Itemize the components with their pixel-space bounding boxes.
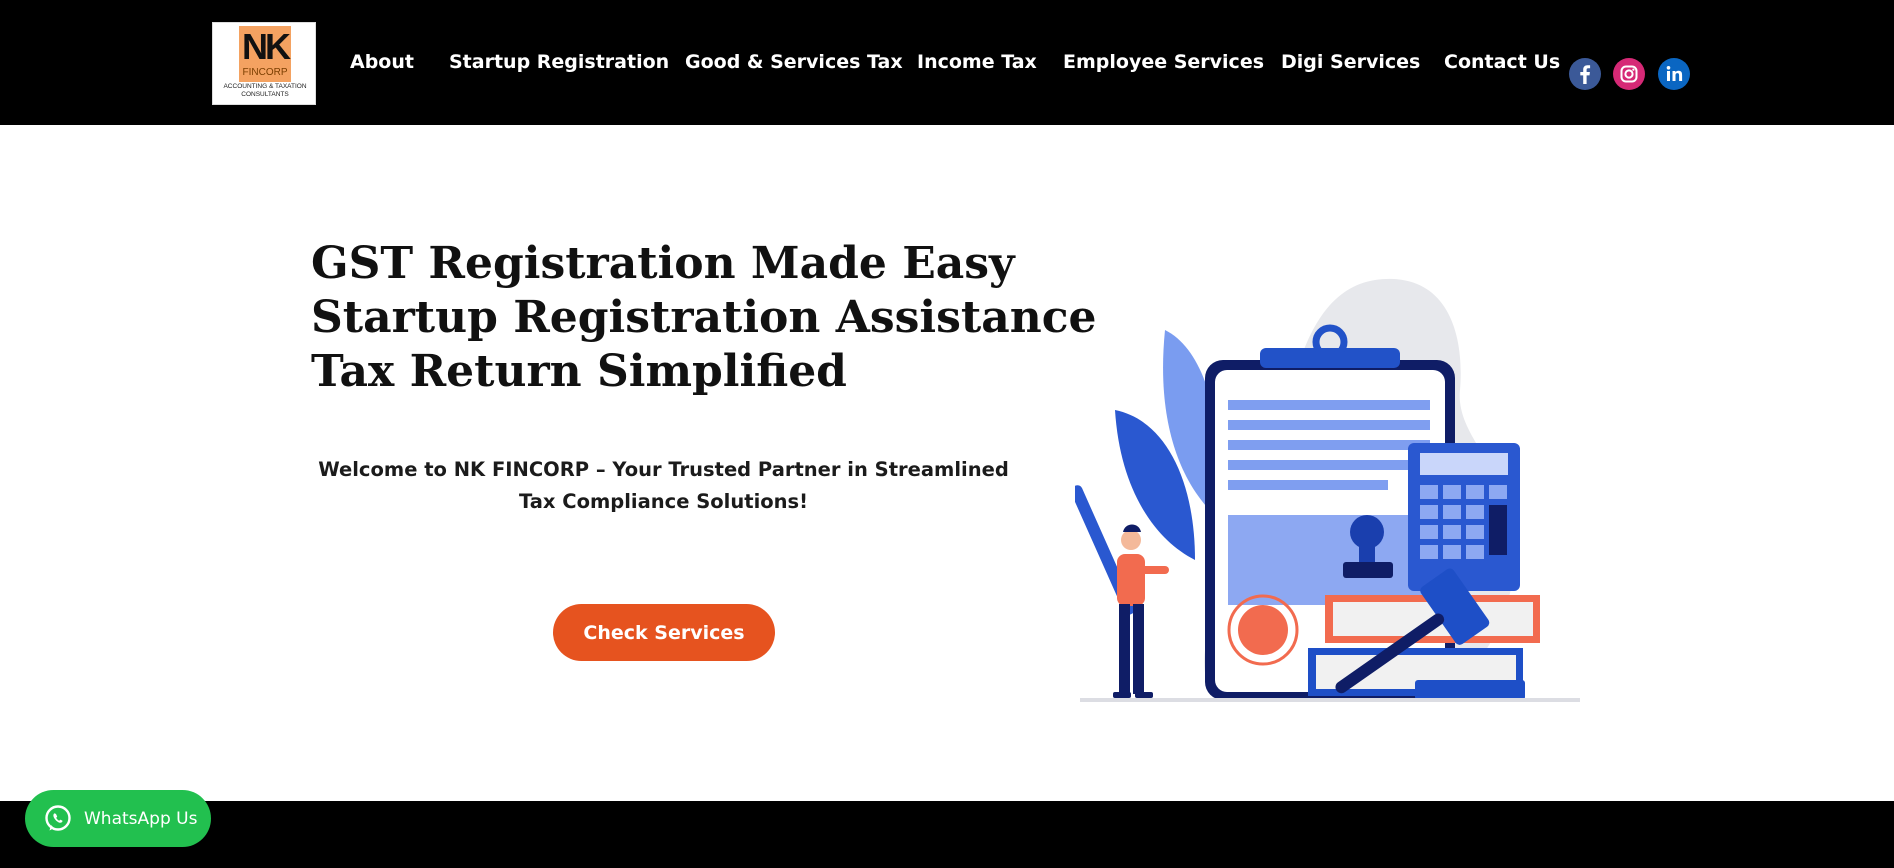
- whatsapp-label: WhatsApp Us: [84, 808, 198, 829]
- instagram-icon[interactable]: [1613, 58, 1645, 90]
- nav-about[interactable]: About: [350, 48, 414, 76]
- stamp-icon: [1343, 562, 1393, 578]
- seal: [1238, 605, 1288, 655]
- nav-goods-services-tax[interactable]: Good & Services Tax: [685, 48, 903, 76]
- nav-digi-services[interactable]: Digi Services: [1281, 48, 1420, 76]
- whatsapp-button[interactable]: WhatsApp Us: [25, 790, 211, 847]
- linkedin-icon[interactable]: [1658, 58, 1690, 90]
- nav-startup-registration[interactable]: Startup Registration: [449, 48, 669, 76]
- logo-tagline: ACCOUNTING & TAXATION CONSULTANTS: [223, 83, 307, 98]
- hero-title-line-1: GST Registration Made Easy: [311, 238, 1015, 289]
- nav-contact-us[interactable]: Contact Us: [1444, 48, 1560, 76]
- company-logo[interactable]: NK FINCORP ACCOUNTING & TAXATION CONSULT…: [212, 22, 316, 105]
- check-services-button[interactable]: Check Services: [553, 604, 775, 661]
- hero-title-line-3: Tax Return Simplified: [311, 346, 847, 397]
- top-navigation-bar: NK FINCORP ACCOUNTING & TAXATION CONSULT…: [0, 0, 1894, 125]
- tax-clipboard-illustration: [1075, 278, 1580, 702]
- facebook-icon[interactable]: [1569, 58, 1601, 90]
- logo-wordmark: FINCORP: [242, 67, 288, 78]
- nav-income-tax[interactable]: Income Tax: [917, 48, 1037, 76]
- footer-bar: [0, 801, 1894, 868]
- welcome-text: Welcome to NK FINCORP – Your Trusted Par…: [318, 458, 1009, 513]
- hero-title: GST Registration Made Easy Startup Regis…: [311, 237, 1097, 399]
- whatsapp-icon: [45, 804, 71, 831]
- logo-letters: NK: [242, 26, 291, 67]
- document-block: [1228, 515, 1430, 605]
- hero-title-line-2: Startup Registration Assistance: [311, 292, 1097, 343]
- nav-employee-services[interactable]: Employee Services: [1063, 48, 1264, 76]
